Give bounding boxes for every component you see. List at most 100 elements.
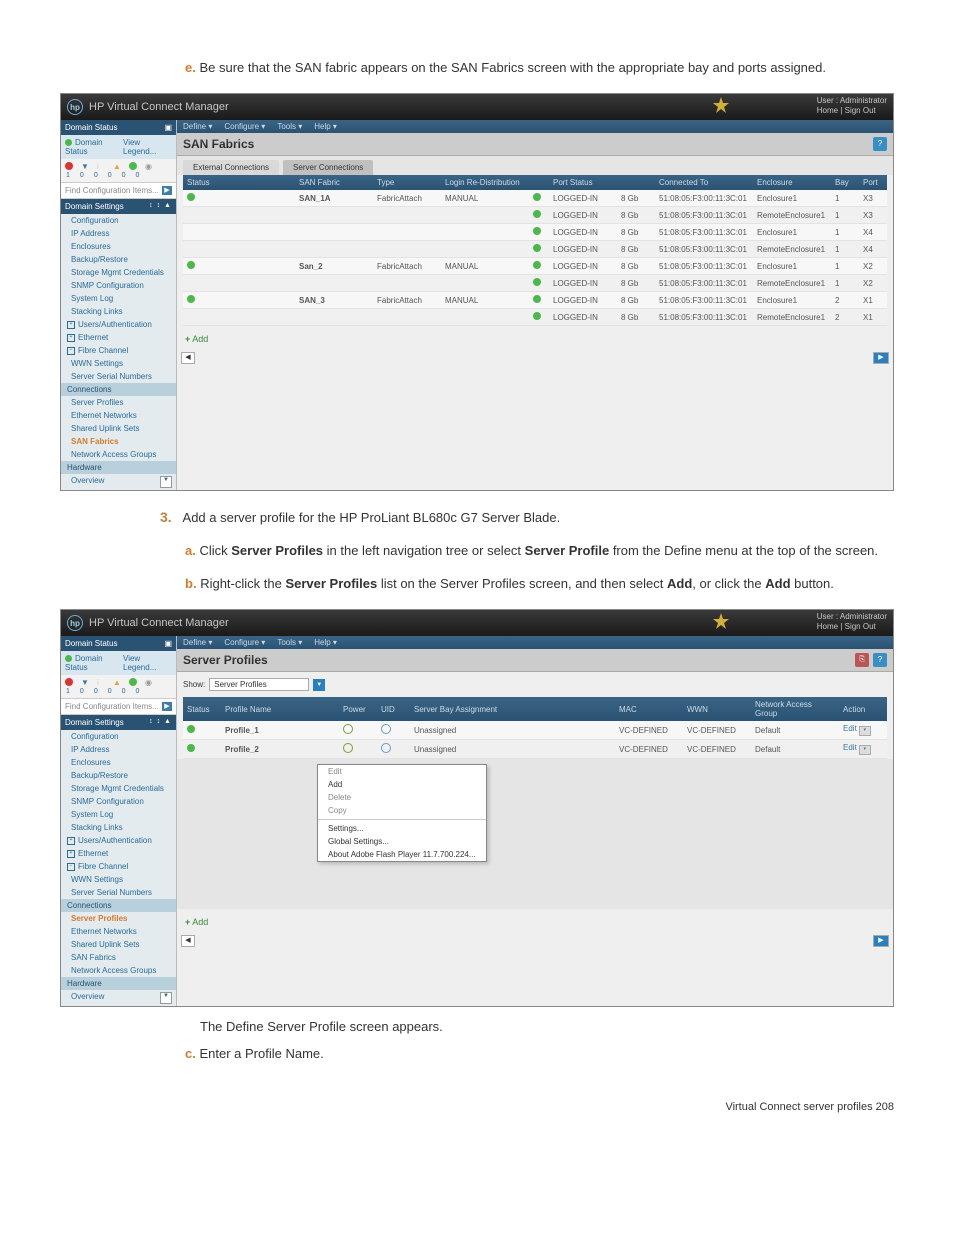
table-row[interactable]: LOGGED-IN8 Gb51:08:05:F3:00:11:3C:01Remo… — [183, 309, 887, 326]
scroll-down-icon[interactable]: ▼ — [160, 476, 172, 488]
nav-users[interactable]: +Users/Authentication — [61, 318, 176, 331]
nav-hardware-header[interactable]: Hardware — [61, 461, 176, 474]
table-row[interactable]: LOGGED-IN8 Gb51:08:05:F3:00:11:3C:01Remo… — [183, 207, 887, 224]
context-edit[interactable]: Edit — [318, 765, 486, 778]
show-select[interactable]: Server Profiles — [209, 678, 309, 691]
menu-configure[interactable]: Configure ▾ — [224, 122, 265, 131]
nav-stacking-links[interactable]: Stacking Links — [61, 821, 176, 834]
nav-server-profiles[interactable]: Server Profiles — [61, 396, 176, 409]
nav-overview[interactable]: Overview▼ — [61, 990, 176, 1006]
nav-server-profiles[interactable]: Server Profiles — [61, 912, 176, 925]
nav-connections-header[interactable]: Connections — [61, 383, 176, 396]
nav-connections-header[interactable]: Connections — [61, 899, 176, 912]
collapse-icon[interactable]: ▣ — [164, 639, 172, 648]
nav-shared-uplinks[interactable]: Shared Uplink Sets — [61, 938, 176, 951]
scroll-left-icon[interactable]: ◀ — [181, 352, 195, 364]
scroll-left-icon[interactable]: ◀ — [181, 935, 195, 947]
search-go-icon[interactable]: ▶ — [162, 186, 172, 195]
dropdown-icon[interactable]: ▼ — [313, 679, 325, 691]
nav-hardware-header[interactable]: Hardware — [61, 977, 176, 990]
scroll-right-icon[interactable]: ▶ — [873, 352, 889, 364]
domain-status-body[interactable]: Domain Status View Legend... — [61, 135, 176, 159]
nav-shared-uplinks[interactable]: Shared Uplink Sets — [61, 422, 176, 435]
chevron-down-icon[interactable]: ▾ — [859, 726, 871, 736]
help-icon[interactable]: ? — [873, 137, 887, 151]
table-row[interactable]: Profile_1UnassignedVC-DEFINEDVC-DEFINEDD… — [183, 721, 887, 740]
power-icon[interactable] — [343, 724, 353, 734]
nav-configuration[interactable]: Configuration — [61, 214, 176, 227]
nav-wwn[interactable]: WWN Settings — [61, 357, 176, 370]
help-icon[interactable]: ? — [873, 653, 887, 667]
context-delete[interactable]: Delete — [318, 791, 486, 804]
nav-storage-credentials[interactable]: Storage Mgmt Credentials — [61, 782, 176, 795]
nav-storage-credentials[interactable]: Storage Mgmt Credentials — [61, 266, 176, 279]
nav-snmp[interactable]: SNMP Configuration — [61, 795, 176, 808]
scroll-right-icon[interactable]: ▶ — [873, 935, 889, 947]
scroll-down-icon[interactable]: ▼ — [160, 992, 172, 1004]
collapse-icon[interactable]: ▣ — [164, 123, 172, 132]
tab-external-connections[interactable]: External Connections — [183, 160, 279, 175]
menu-tools[interactable]: Tools ▾ — [277, 122, 302, 131]
nav-enclosures[interactable]: Enclosures — [61, 240, 176, 253]
nav-network-access-groups[interactable]: Network Access Groups — [61, 448, 176, 461]
nav-enclosures[interactable]: Enclosures — [61, 756, 176, 769]
nav-ethernet-networks[interactable]: Ethernet Networks — [61, 409, 176, 422]
nav-snmp[interactable]: SNMP Configuration — [61, 279, 176, 292]
nav-stacking-links[interactable]: Stacking Links — [61, 305, 176, 318]
chevron-down-icon[interactable]: ▾ — [859, 745, 871, 755]
nav-fibre[interactable]: −Fibre Channel — [61, 344, 176, 357]
search-go-icon[interactable]: ▶ — [162, 702, 172, 711]
nav-san-fabrics[interactable]: SAN Fabrics — [61, 951, 176, 964]
menu-help[interactable]: Help ▾ — [314, 638, 337, 647]
menu-define[interactable]: Define ▾ — [183, 638, 212, 647]
user-links[interactable]: Home | Sign Out — [817, 106, 887, 116]
nav-ethernet-networks[interactable]: Ethernet Networks — [61, 925, 176, 938]
nav-serial-numbers[interactable]: Server Serial Numbers — [61, 886, 176, 899]
table-row[interactable]: LOGGED-IN8 Gb51:08:05:F3:00:11:3C:01Encl… — [183, 224, 887, 241]
power-icon[interactable] — [343, 743, 353, 753]
menu-tools[interactable]: Tools ▾ — [277, 638, 302, 647]
nav-wwn[interactable]: WWN Settings — [61, 873, 176, 886]
search-input[interactable]: Find Configuration Items... ▶ — [61, 183, 176, 199]
nav-san-fabrics[interactable]: SAN Fabrics — [61, 435, 176, 448]
nav-network-access-groups[interactable]: Network Access Groups — [61, 964, 176, 977]
table-row[interactable]: Profile_2UnassignedVC-DEFINEDVC-DEFINEDD… — [183, 740, 887, 759]
expand-icons[interactable]: ↕ ↕ ▲ — [149, 202, 172, 211]
menu-define[interactable]: Define ▾ — [183, 122, 212, 131]
expand-icons[interactable]: ↕ ↕ ▲ — [149, 718, 172, 727]
nav-ip-address[interactable]: IP Address — [61, 227, 176, 240]
tool-icon[interactable]: ⎘ — [855, 653, 869, 667]
nav-backup-restore[interactable]: Backup/Restore — [61, 769, 176, 782]
context-settings[interactable]: Settings... — [318, 822, 486, 835]
nav-ethernet[interactable]: +Ethernet — [61, 847, 176, 860]
context-copy[interactable]: Copy — [318, 804, 486, 817]
profiles-content-area[interactable]: Edit Add Delete Copy Settings... Global … — [177, 759, 893, 909]
edit-action[interactable]: Edit▾ — [843, 743, 871, 752]
edit-action[interactable]: Edit▾ — [843, 724, 871, 733]
user-links[interactable]: Home | Sign Out — [817, 622, 887, 632]
nav-users[interactable]: +Users/Authentication — [61, 834, 176, 847]
uid-icon[interactable] — [381, 724, 391, 734]
domain-status-body[interactable]: Domain Status View Legend... — [61, 651, 176, 675]
table-row[interactable]: SAN_1AFabricAttachMANUALLOGGED-IN8 Gb51:… — [183, 190, 887, 207]
nav-serial-numbers[interactable]: Server Serial Numbers — [61, 370, 176, 383]
context-global-settings[interactable]: Global Settings... — [318, 835, 486, 848]
nav-system-log[interactable]: System Log — [61, 808, 176, 821]
nav-fibre[interactable]: −Fibre Channel — [61, 860, 176, 873]
table-row[interactable]: SAN_3FabricAttachMANUALLOGGED-IN8 Gb51:0… — [183, 292, 887, 309]
nav-backup-restore[interactable]: Backup/Restore — [61, 253, 176, 266]
table-row[interactable]: LOGGED-IN8 Gb51:08:05:F3:00:11:3C:01Remo… — [183, 241, 887, 258]
menu-help[interactable]: Help ▾ — [314, 122, 337, 131]
nav-ip-address[interactable]: IP Address — [61, 743, 176, 756]
context-about-flash[interactable]: About Adobe Flash Player 11.7.700.224... — [318, 848, 486, 861]
table-row[interactable]: San_2FabricAttachMANUALLOGGED-IN8 Gb51:0… — [183, 258, 887, 275]
uid-icon[interactable] — [381, 743, 391, 753]
tab-server-connections[interactable]: Server Connections — [283, 160, 373, 175]
add-button[interactable]: + Add — [177, 326, 893, 352]
nav-overview[interactable]: Overview▼ — [61, 474, 176, 490]
nav-system-log[interactable]: System Log — [61, 292, 176, 305]
context-add[interactable]: Add — [318, 778, 486, 791]
nav-ethernet[interactable]: +Ethernet — [61, 331, 176, 344]
add-button[interactable]: + Add — [177, 909, 893, 935]
table-row[interactable]: LOGGED-IN8 Gb51:08:05:F3:00:11:3C:01Remo… — [183, 275, 887, 292]
